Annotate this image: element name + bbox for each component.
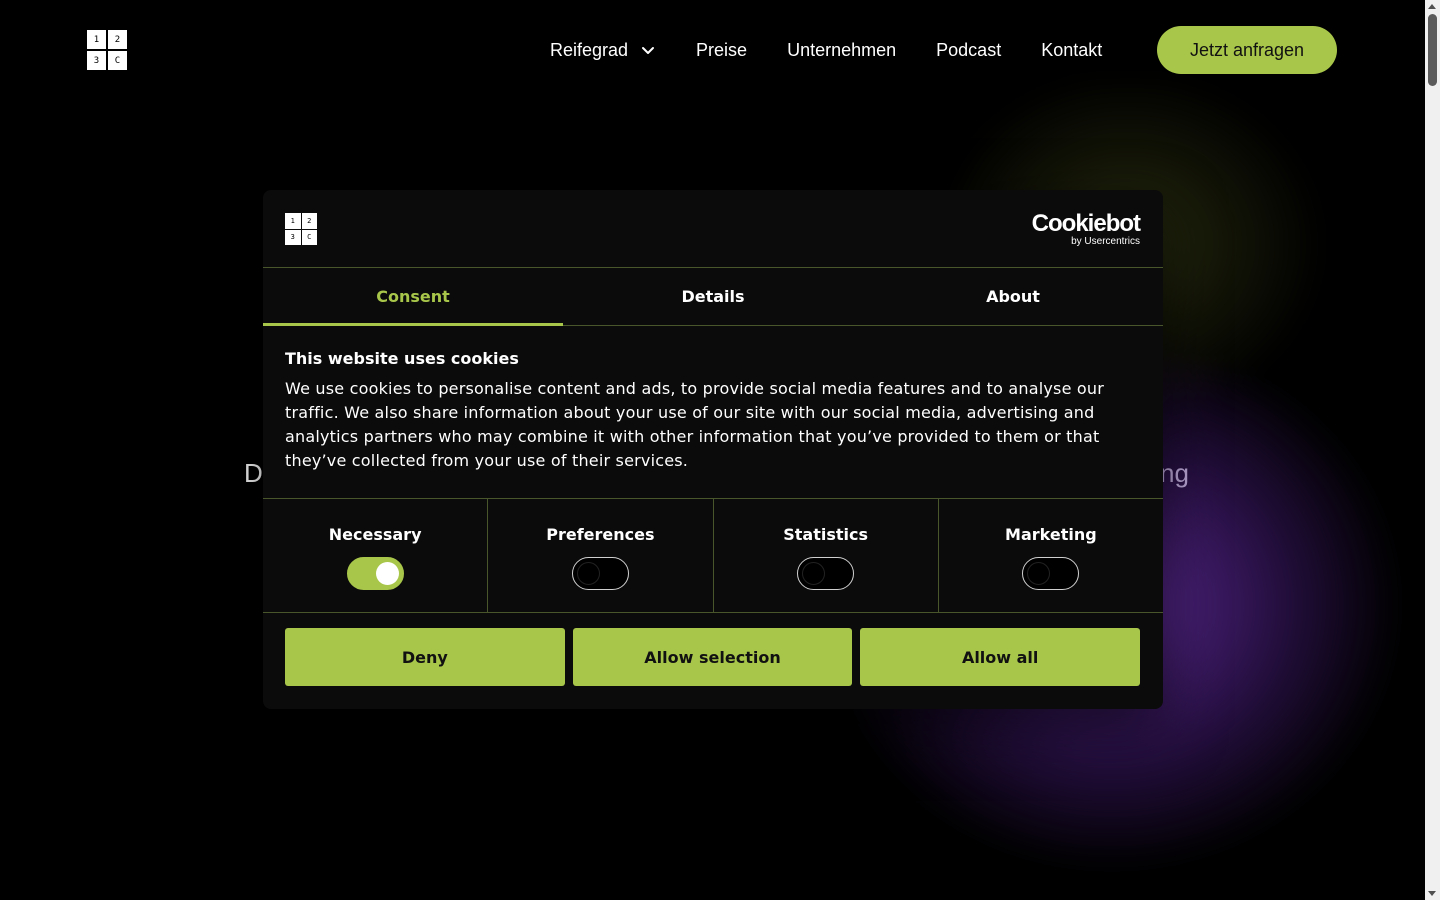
- allow-selection-button[interactable]: Allow selection: [572, 628, 853, 686]
- necessary-toggle[interactable]: [346, 557, 404, 590]
- tab-about[interactable]: About: [863, 268, 1163, 325]
- cookie-consent-dialog: 1 2 3 C Cookiebot by Usercentrics Consen…: [263, 190, 1163, 709]
- nav-item-kontakt[interactable]: Kontakt: [1041, 40, 1102, 61]
- category-necessary: Necessary: [263, 499, 489, 612]
- cta-button[interactable]: Jetzt anfragen: [1157, 26, 1337, 74]
- page-scrollbar[interactable]: [1425, 0, 1440, 900]
- logo-cell: 3: [285, 229, 301, 245]
- category-label: Necessary: [328, 525, 422, 544]
- toggle-knob: [1027, 562, 1051, 585]
- nav-item-label: Reifegrad: [550, 39, 629, 60]
- tab-details[interactable]: Details: [563, 268, 863, 325]
- scrollbar-thumb[interactable]: [1428, 14, 1437, 86]
- logo-cell: 3: [87, 51, 106, 70]
- category-label: Preferences: [546, 525, 655, 544]
- tab-consent[interactable]: Consent: [263, 268, 563, 326]
- category-statistics: Statistics: [714, 499, 939, 612]
- toggle-knob: [375, 562, 399, 585]
- nav-item-unternehmen[interactable]: Unternehmen: [787, 40, 896, 61]
- dialog-header: 1 2 3 C Cookiebot by Usercentrics: [263, 190, 1163, 268]
- dialog-site-logo: 1 2 3 C: [285, 213, 317, 245]
- scroll-down-arrow-icon[interactable]: [1428, 891, 1436, 896]
- preferences-toggle[interactable]: [571, 557, 629, 590]
- dialog-tabs: Consent Details About: [263, 268, 1163, 326]
- main-nav: Reifegrad Preise Unternehmen Podcast Kon…: [530, 26, 1122, 74]
- nav-item-reifegrad[interactable]: Reifegrad: [550, 40, 656, 61]
- nav-item-preise[interactable]: Preise: [696, 40, 747, 61]
- dialog-text: We use cookies to personalise content an…: [285, 379, 1105, 470]
- category-marketing: Marketing: [939, 499, 1163, 612]
- dialog-title: This website uses cookies: [285, 349, 519, 368]
- site-logo[interactable]: 1 2 3 C: [87, 30, 127, 70]
- toggle-knob: [576, 562, 600, 585]
- logo-cell: 1: [87, 30, 106, 49]
- nav-item-podcast[interactable]: Podcast: [936, 40, 1001, 61]
- hero-text-fragment-left: D: [244, 458, 263, 488]
- logo-cell: 2: [301, 213, 317, 229]
- consent-categories: Necessary Preferences Statistics Marketi…: [263, 498, 1163, 613]
- category-preferences: Preferences: [488, 499, 714, 612]
- logo-cell: 1: [285, 213, 301, 229]
- deny-button[interactable]: Deny: [285, 628, 565, 686]
- chevron-down-icon: [642, 47, 655, 54]
- allow-all-button[interactable]: Allow all: [860, 628, 1141, 686]
- logo-cell: C: [108, 51, 127, 70]
- logo-cell: C: [301, 229, 317, 245]
- scroll-up-arrow-icon[interactable]: [1428, 4, 1436, 9]
- logo-cell: 2: [108, 30, 127, 49]
- marketing-toggle[interactable]: [1022, 557, 1080, 590]
- cookiebot-brand: Cookiebot: [1031, 210, 1141, 237]
- dialog-buttons: Deny Allow selection Allow all: [285, 628, 1141, 686]
- cookiebot-byline: by Usercentrics: [1071, 236, 1140, 247]
- category-label: Marketing: [1005, 525, 1097, 544]
- category-label: Statistics: [783, 525, 868, 544]
- statistics-toggle[interactable]: [797, 557, 855, 590]
- page: 1 2 3 C Reifegrad Preise Unternehmen Pod…: [0, 0, 1440, 900]
- hero-text-fragment-right: ng: [1160, 458, 1189, 488]
- toggle-knob: [802, 562, 826, 585]
- cookiebot-logo[interactable]: Cookiebot by Usercentrics: [1031, 210, 1141, 248]
- dialog-body: This website uses cookies We use cookies…: [285, 349, 1105, 473]
